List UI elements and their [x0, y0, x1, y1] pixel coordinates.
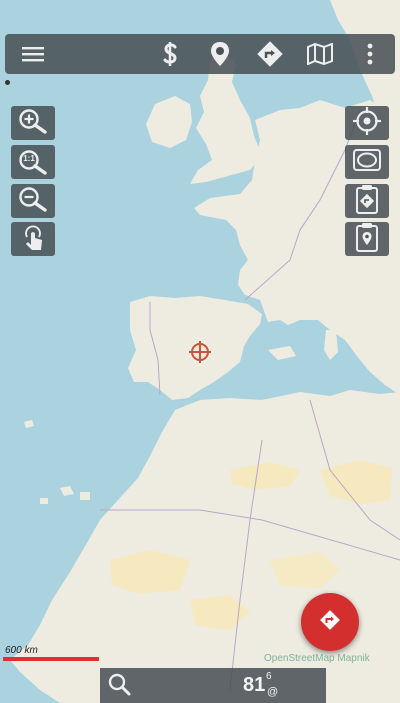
zoom-in-button[interactable] [11, 106, 55, 140]
zoom-1to1-icon: 1:1 [17, 149, 49, 175]
clipboard-route-icon [355, 184, 379, 219]
locate-button[interactable] [345, 106, 389, 140]
touch-mode-button[interactable] [11, 222, 55, 256]
route-arrow-icon [318, 608, 342, 637]
touch-icon [20, 223, 46, 256]
status-dot [5, 80, 10, 85]
scale-label: 600 km [5, 645, 38, 656]
dollar-icon[interactable] [150, 34, 190, 74]
map-view-icon [352, 148, 382, 177]
search-button[interactable] [104, 671, 134, 701]
map-icon[interactable] [300, 34, 340, 74]
clipboard-route-button[interactable] [345, 184, 389, 218]
satellite-count: 81 [243, 674, 266, 696]
scale-bar [3, 657, 99, 661]
bottom-status-bar [100, 668, 326, 703]
menu-icon[interactable] [13, 34, 53, 74]
clipboard-location-icon [355, 222, 379, 257]
zoom-1to1-label: 1:1 [23, 154, 35, 163]
satellite-count-superscript: 6 [266, 671, 272, 682]
navigate-fab-button[interactable] [301, 593, 359, 651]
map-attribution: OpenStreetMap Mapnik [264, 653, 370, 664]
clipboard-location-button[interactable] [345, 222, 389, 256]
satellite-count-suffix: @ [267, 686, 279, 698]
crosshair-target-icon [352, 106, 382, 141]
map-view-button[interactable] [345, 145, 389, 179]
zoom-out-icon [17, 186, 49, 217]
search-icon [107, 672, 131, 701]
more-vertical-icon[interactable] [350, 34, 390, 74]
zoom-in-icon [17, 108, 49, 139]
route-icon[interactable] [250, 34, 290, 74]
top-toolbar [5, 34, 395, 74]
zoom-out-button[interactable] [11, 184, 55, 218]
zoom-1to1-button[interactable]: 1:1 [11, 145, 55, 179]
location-pin-icon[interactable] [200, 34, 240, 74]
